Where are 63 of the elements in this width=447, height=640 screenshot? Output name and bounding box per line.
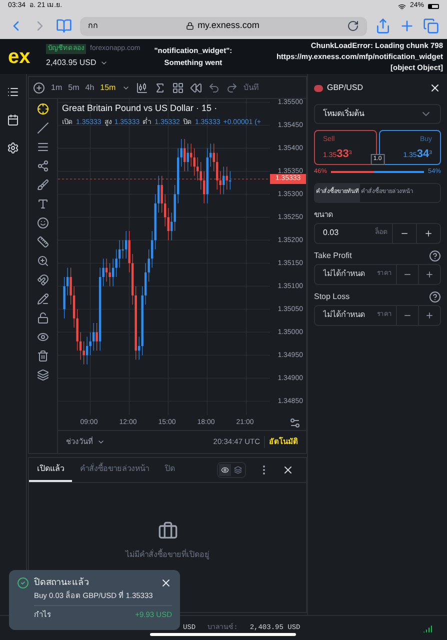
new-tab-icon[interactable] bbox=[399, 18, 415, 34]
timeframe-button[interactable]: 4h bbox=[85, 82, 94, 94]
timeframe-button[interactable]: 1m bbox=[51, 82, 62, 94]
positions-tab[interactable]: ปิด bbox=[157, 458, 183, 482]
reader-label[interactable]: กก bbox=[88, 20, 98, 32]
chart-settings-icon[interactable] bbox=[289, 417, 301, 429]
check-icon bbox=[17, 576, 29, 589]
add-icon[interactable] bbox=[33, 82, 45, 94]
battery-icon bbox=[428, 4, 439, 9]
dropdown-icon[interactable] bbox=[97, 438, 105, 446]
ruler-icon[interactable] bbox=[37, 236, 49, 248]
lines-icon[interactable] bbox=[37, 141, 49, 153]
undo-icon[interactable] bbox=[208, 82, 220, 94]
brush-icon[interactable] bbox=[37, 179, 49, 191]
account-balance[interactable]: 2,403.95 USD bbox=[46, 57, 96, 70]
indicators-icon[interactable] bbox=[154, 82, 166, 94]
size-label: ขนาด bbox=[314, 208, 334, 221]
mode-dropdown[interactable]: โหมดเริ่มต้น bbox=[314, 104, 441, 124]
address-bar[interactable]: กก my.exness.com bbox=[80, 16, 367, 36]
close-icon[interactable] bbox=[160, 576, 172, 589]
chart-title: Great Britain Pound vs US Dollar · 15 · bbox=[62, 102, 218, 115]
share-icon[interactable] bbox=[375, 18, 391, 34]
help-icon[interactable] bbox=[429, 250, 441, 262]
bookmarks-icon[interactable] bbox=[56, 18, 72, 34]
stop-label: Take Profit bbox=[314, 250, 352, 262]
stop-label: Stop Loss bbox=[314, 290, 350, 303]
close-icon[interactable] bbox=[282, 464, 294, 476]
timeframe-button[interactable]: 15m bbox=[100, 82, 116, 94]
layers-icon[interactable] bbox=[37, 369, 49, 381]
magnet-icon[interactable] bbox=[37, 274, 49, 286]
reload-icon[interactable] bbox=[347, 20, 359, 32]
redo-icon[interactable] bbox=[226, 82, 238, 94]
positions-tab[interactable]: คำสั่งซื้อขายล่วงหน้า bbox=[72, 458, 157, 482]
trend-line-icon[interactable] bbox=[37, 122, 49, 134]
positions-tab[interactable]: เปิดแล้ว bbox=[29, 458, 72, 482]
symbol-name: GBP/USD bbox=[327, 82, 364, 94]
toast-title: ปิดสถานะแล้ว bbox=[34, 576, 89, 589]
trash-icon[interactable] bbox=[37, 350, 49, 362]
unlock-icon[interactable] bbox=[37, 312, 49, 324]
replay-icon[interactable] bbox=[190, 82, 202, 94]
settings-icon[interactable] bbox=[7, 142, 19, 154]
help-icon[interactable] bbox=[429, 290, 441, 303]
save-button[interactable]: บันทึ bbox=[244, 82, 259, 94]
briefcase-icon bbox=[158, 521, 178, 541]
crosshair-icon[interactable] bbox=[37, 103, 49, 115]
empty-message: ไม่มีคำสั่งซื้อขายที่เปิดอยู่ bbox=[126, 549, 210, 561]
calendar-icon[interactable] bbox=[7, 114, 19, 126]
timeframe-button[interactable]: 5m bbox=[68, 82, 80, 94]
text-icon[interactable] bbox=[37, 198, 49, 210]
zoom-in-icon[interactable] bbox=[37, 255, 49, 267]
pattern-icon[interactable] bbox=[37, 160, 49, 172]
lock-icon bbox=[186, 22, 194, 30]
wifi-icon bbox=[398, 2, 406, 10]
smiley-icon[interactable] bbox=[37, 217, 49, 229]
eye-icon[interactable] bbox=[37, 331, 49, 343]
candles-icon[interactable] bbox=[136, 82, 148, 94]
brand-logo[interactable]: ex bbox=[8, 42, 30, 72]
close-icon[interactable] bbox=[429, 82, 441, 94]
layout-icon[interactable] bbox=[172, 82, 184, 94]
url-text[interactable]: my.exness.com bbox=[198, 19, 260, 33]
tabs-icon[interactable] bbox=[423, 18, 439, 34]
view-mode-button[interactable] bbox=[219, 464, 231, 476]
pencil-icon[interactable] bbox=[37, 293, 49, 305]
